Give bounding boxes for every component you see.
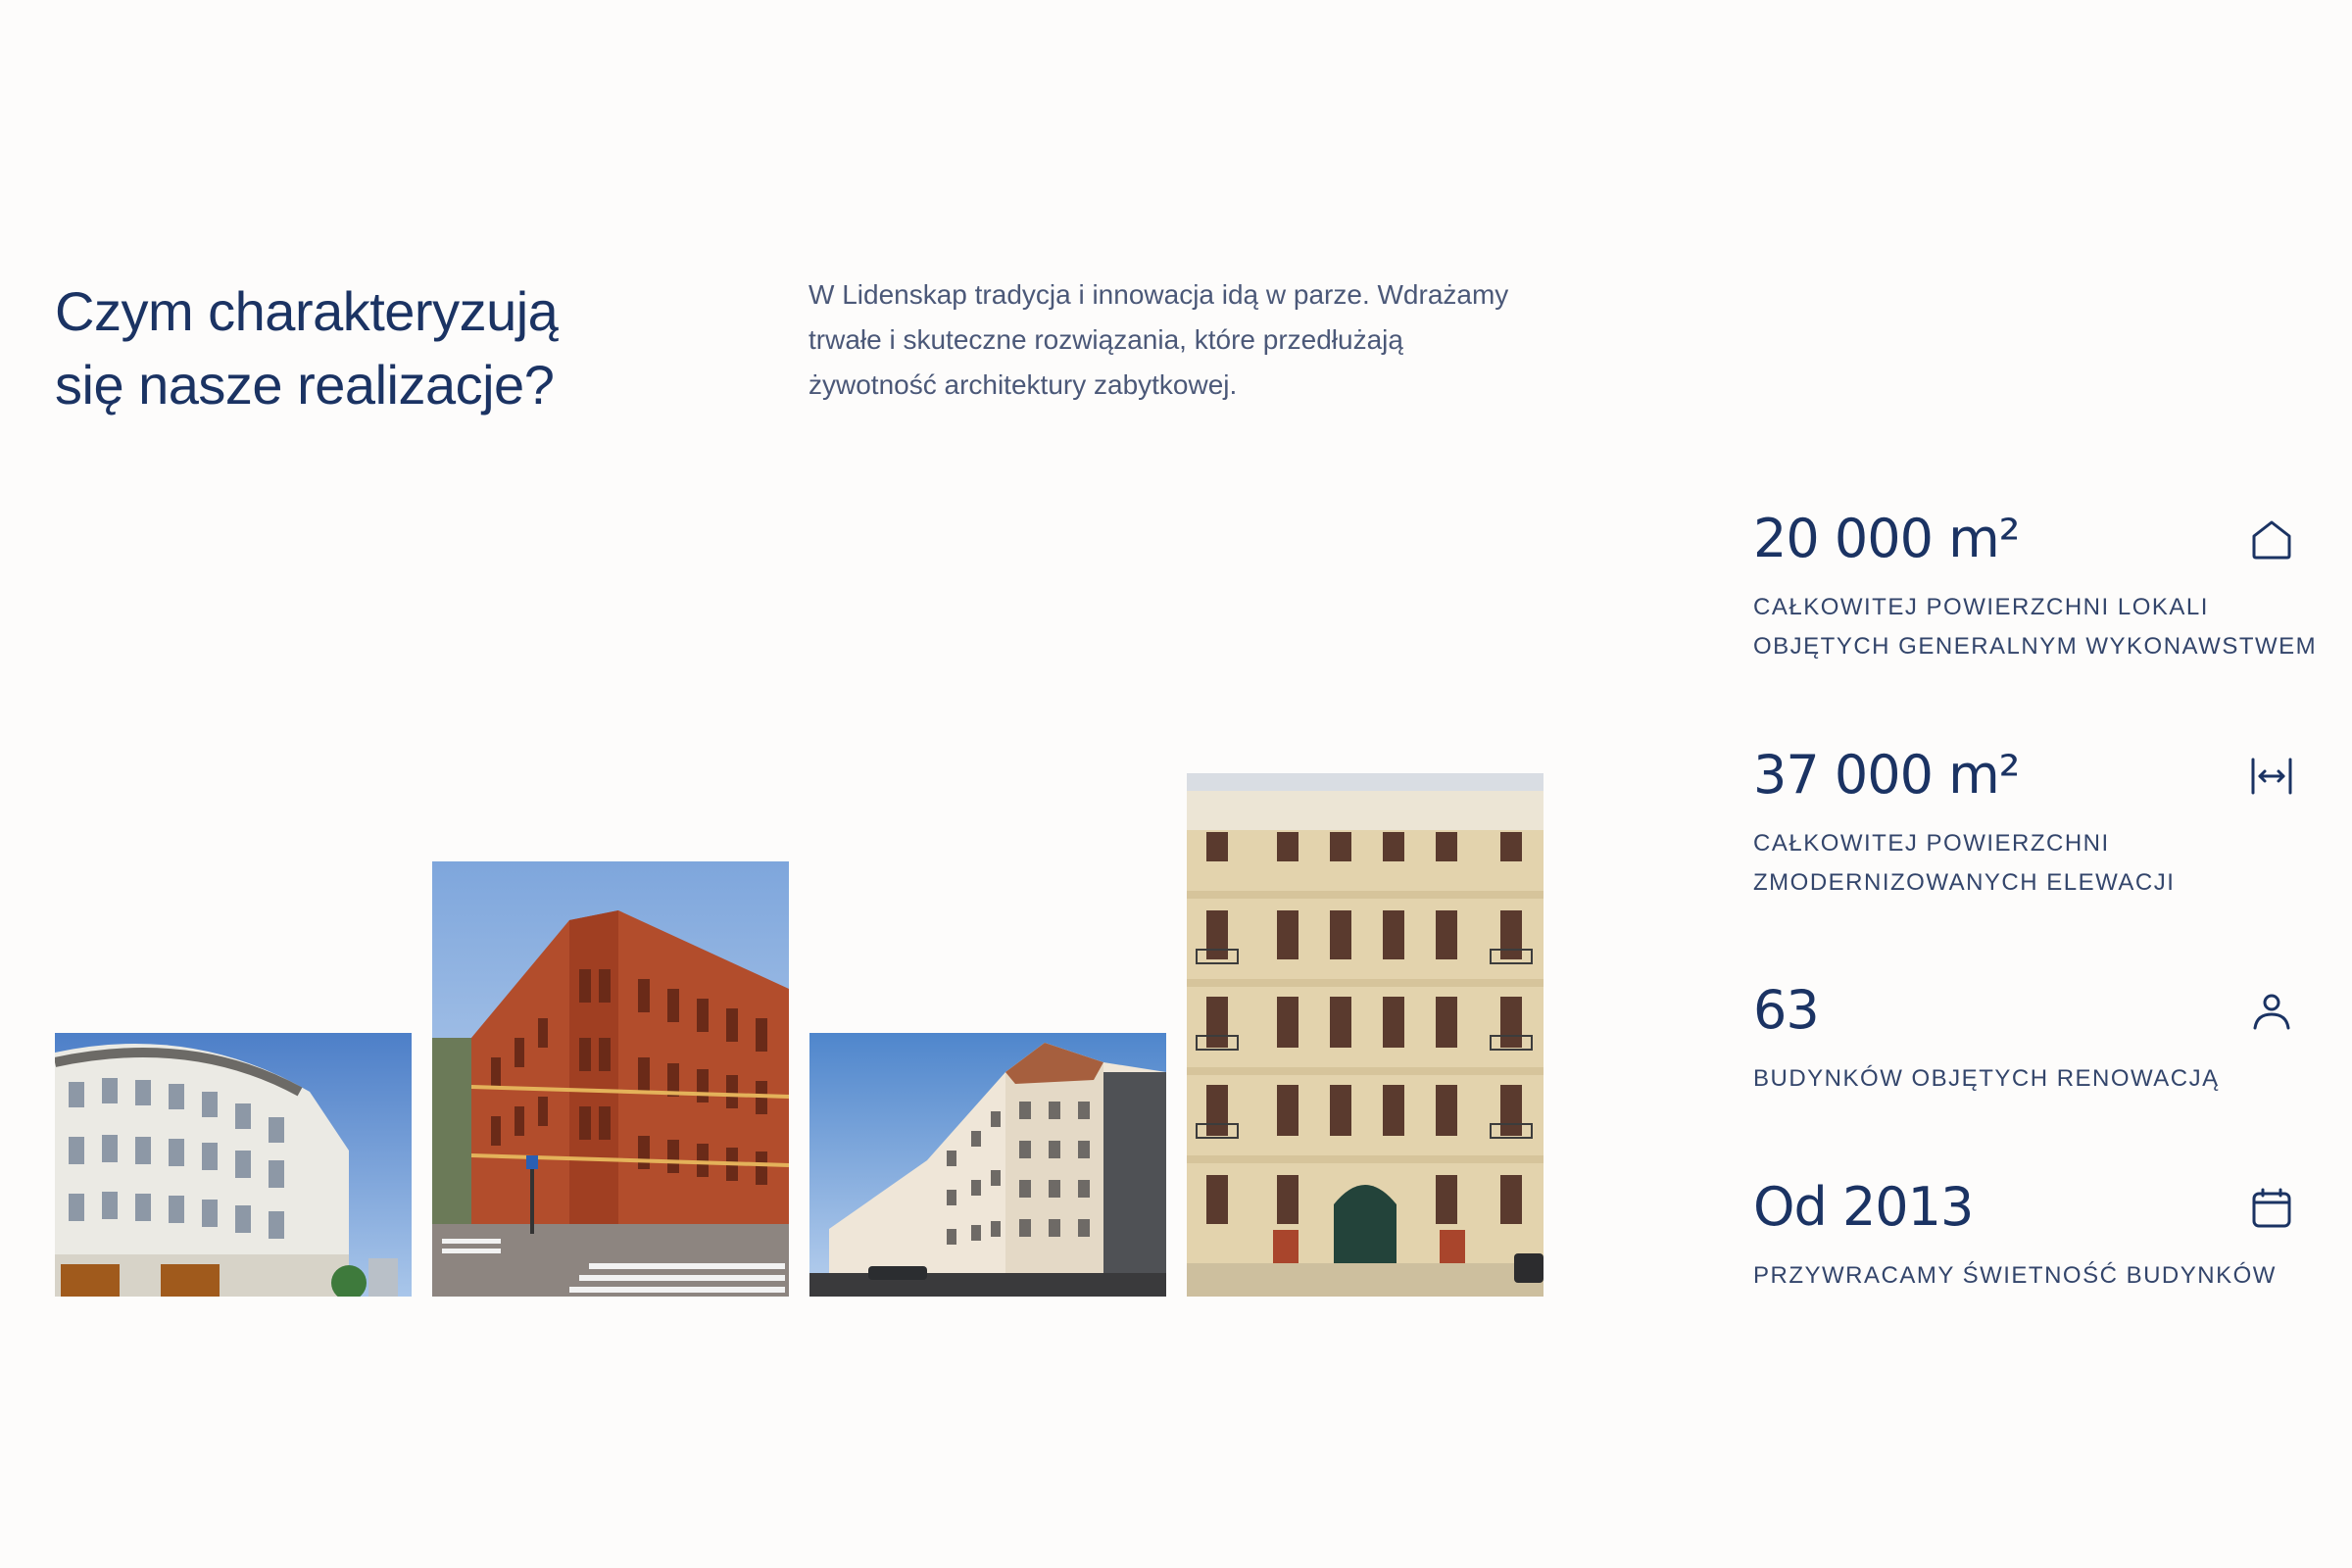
stat-description-line: OBJĘTYCH GENERALNYM WYKONAWSTWEM <box>1753 633 2318 660</box>
gallery-photo-white-tenement[interactable] <box>55 1033 412 1297</box>
intro-line-3: żywotność architektury zabytkowej. <box>808 369 1238 400</box>
stat-facade-area: 37 000 m² CAŁKOWITEJ POWIERZCHNI ZMODERN… <box>1753 744 2302 903</box>
stat-description: CAŁKOWITEJ POWIERZCHNI ZMODERNIZOWANYCH … <box>1753 824 2302 903</box>
intro-line-1: W Lidenskap tradycja i innowacja idą w p… <box>808 279 1509 310</box>
intro-paragraph: W Lidenskap tradycja i innowacja idą w p… <box>808 272 1573 408</box>
stat-description-line: ZMODERNIZOWANYCH ELEWACJI <box>1753 869 2176 896</box>
stat-value: 37 000 m² <box>1753 744 2020 806</box>
gallery-photo-red-brick-building[interactable] <box>432 861 789 1297</box>
stat-description-line: BUDYNKÓW OBJĘTYCH RENOWACJĄ <box>1753 1065 2220 1092</box>
width-arrows-icon <box>2249 754 2294 799</box>
stat-floor-area: 20 000 m² CAŁKOWITEJ POWIERZCHNI LOKALI … <box>1753 508 2318 666</box>
heading-line-1: Czym charakteryzują <box>55 280 559 342</box>
stat-since: Od 2013 PRZYWRACAMY ŚWIETNOŚĆ BUDYNKÓW <box>1753 1176 2302 1296</box>
stat-description-line: PRZYWRACAMY ŚWIETNOŚĆ BUDYNKÓW <box>1753 1262 2277 1289</box>
section-heading: Czym charakteryzują się nasze realizacje… <box>55 274 662 421</box>
gallery-photo-cream-tenement[interactable] <box>809 1033 1166 1297</box>
stat-value: 20 000 m² <box>1753 508 2020 569</box>
home-icon <box>2249 517 2294 563</box>
stat-description-line: CAŁKOWITEJ POWIERZCHNI LOKALI <box>1753 594 2209 620</box>
calendar-icon <box>2249 1186 2294 1231</box>
stat-description: PRZYWRACAMY ŚWIETNOŚĆ BUDYNKÓW <box>1753 1256 2302 1296</box>
stat-value: Od 2013 <box>1753 1176 1974 1238</box>
stat-description: BUDYNKÓW OBJĘTYCH RENOWACJĄ <box>1753 1059 2302 1099</box>
person-icon <box>2249 989 2294 1034</box>
heading-line-2: się nasze realizacje? <box>55 354 555 416</box>
gallery-photo-beige-facade[interactable] <box>1187 773 1544 1297</box>
stat-description-line: CAŁKOWITEJ POWIERZCHNI <box>1753 830 2110 857</box>
intro-line-2: trwałe i skuteczne rozwiązania, które pr… <box>808 324 1403 355</box>
stat-buildings: 63 BUDYNKÓW OBJĘTYCH RENOWACJĄ <box>1753 979 2302 1099</box>
stat-value: 63 <box>1753 979 1820 1041</box>
stat-description: CAŁKOWITEJ POWIERZCHNI LOKALI OBJĘTYCH G… <box>1753 588 2318 666</box>
